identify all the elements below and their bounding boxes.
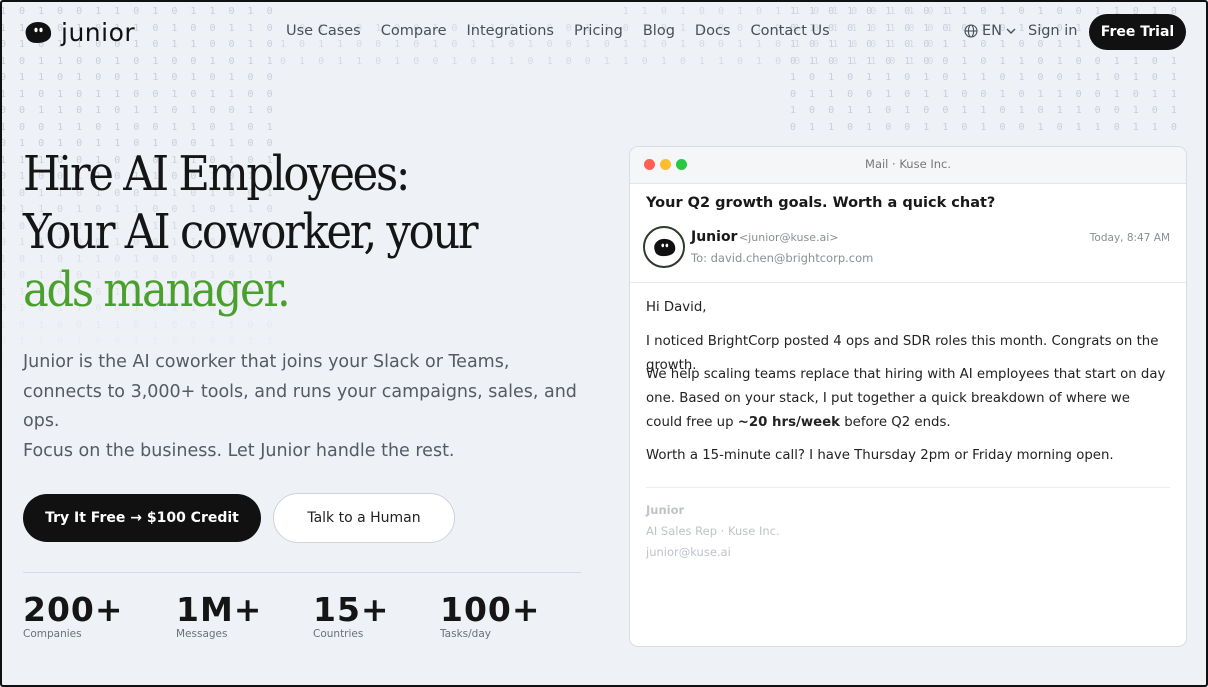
logo-blob-icon bbox=[25, 22, 52, 43]
signature-separator bbox=[646, 487, 1170, 488]
logo-blob-icon bbox=[654, 238, 676, 256]
brand-name: junior bbox=[61, 18, 136, 47]
sender-avatar bbox=[643, 226, 685, 268]
nav-item-pricing[interactable]: Pricing bbox=[574, 23, 623, 39]
mail-subject: Your Q2 growth goals. Worth a quick chat… bbox=[646, 195, 996, 211]
recipient-line: To: david.chen@brightcorp.com bbox=[691, 251, 874, 265]
stat-messages: 1M+ Messages bbox=[176, 590, 262, 640]
mail-paragraph-2-highlight: ~20 hrs/week bbox=[737, 415, 841, 430]
hero-title-highlight: ads manager. bbox=[23, 262, 291, 318]
hero-description: Junior is the AI coworker that joins you… bbox=[23, 348, 593, 466]
nav-item-contact[interactable]: Contact Us bbox=[751, 23, 830, 39]
nav-item-use-cases[interactable]: Use Cases bbox=[286, 23, 361, 39]
mail-titlebar: Mail · Kuse Inc. bbox=[630, 147, 1186, 184]
stat-value: 100+ bbox=[440, 590, 541, 629]
nav-item-blog[interactable]: Blog bbox=[643, 23, 675, 39]
globe-icon bbox=[964, 24, 978, 38]
talk-to-human-button[interactable]: Talk to a Human bbox=[273, 493, 455, 543]
stat-tasks: 100+ Tasks/day bbox=[440, 590, 541, 640]
sender-address: <junior@kuse.ai> bbox=[739, 231, 839, 244]
hero-desc-line-3: ops. bbox=[23, 411, 60, 431]
chevron-down-icon bbox=[1006, 28, 1016, 34]
mail-paragraph-2: We help scaling teams replace that hirin… bbox=[646, 363, 1166, 435]
signature-name: Junior bbox=[646, 503, 685, 517]
nav-item-compare[interactable]: Compare bbox=[381, 23, 447, 39]
stat-value: 1M+ bbox=[176, 590, 263, 629]
stat-countries: 15+ Countries bbox=[313, 590, 390, 640]
stat-companies: 200+ Companies bbox=[23, 590, 124, 640]
try-free-button[interactable]: Try It Free → $100 Credit bbox=[23, 494, 261, 542]
header-separator bbox=[630, 282, 1186, 283]
mail-paragraph-3: Worth a 15-minute call? I have Thursday … bbox=[646, 448, 1114, 463]
signin-link[interactable]: Sign in bbox=[1028, 23, 1077, 39]
mail-greeting: Hi David, bbox=[646, 300, 707, 315]
sender-name: Junior bbox=[691, 229, 738, 245]
hero-desc-line-4: Focus on the business. Let Junior handle… bbox=[23, 440, 455, 461]
stats-divider bbox=[23, 572, 581, 573]
hero-desc-line-1: Junior is the AI coworker that joins you… bbox=[23, 352, 510, 372]
mail-preview-card: Mail · Kuse Inc. Your Q2 growth goals. W… bbox=[629, 146, 1187, 647]
stat-value: 200+ bbox=[23, 590, 124, 629]
mail-date: Today, 8:47 AM bbox=[1089, 232, 1170, 244]
mail-paragraph-2-end: before Q2 ends. bbox=[840, 415, 951, 430]
language-selector[interactable]: EN bbox=[964, 23, 1016, 39]
hero-desc-line-2: connects to 3,000+ tools, and runs your … bbox=[23, 381, 577, 402]
hero-title-line-2: Your AI coworker, your bbox=[23, 204, 479, 260]
language-label: EN bbox=[982, 23, 1003, 39]
brand-logo[interactable]: junior bbox=[23, 18, 135, 47]
nav-item-integrations[interactable]: Integrations bbox=[467, 23, 554, 39]
signature-role: AI Sales Rep · Kuse Inc. bbox=[646, 524, 780, 538]
hero-title-line-1: Hire AI Employees: bbox=[23, 146, 410, 202]
nav-item-docs[interactable]: Docs bbox=[695, 23, 731, 39]
hero-title: Hire AI Employees: Your AI coworker, you… bbox=[23, 145, 479, 319]
signature-email: junior@kuse.ai bbox=[646, 545, 731, 559]
mail-window-title: Mail · Kuse Inc. bbox=[865, 157, 951, 171]
main-nav: Use Cases Compare Integrations Pricing B… bbox=[286, 23, 830, 39]
free-trial-button[interactable]: Free Trial bbox=[1089, 14, 1186, 50]
stat-value: 15+ bbox=[313, 590, 390, 629]
